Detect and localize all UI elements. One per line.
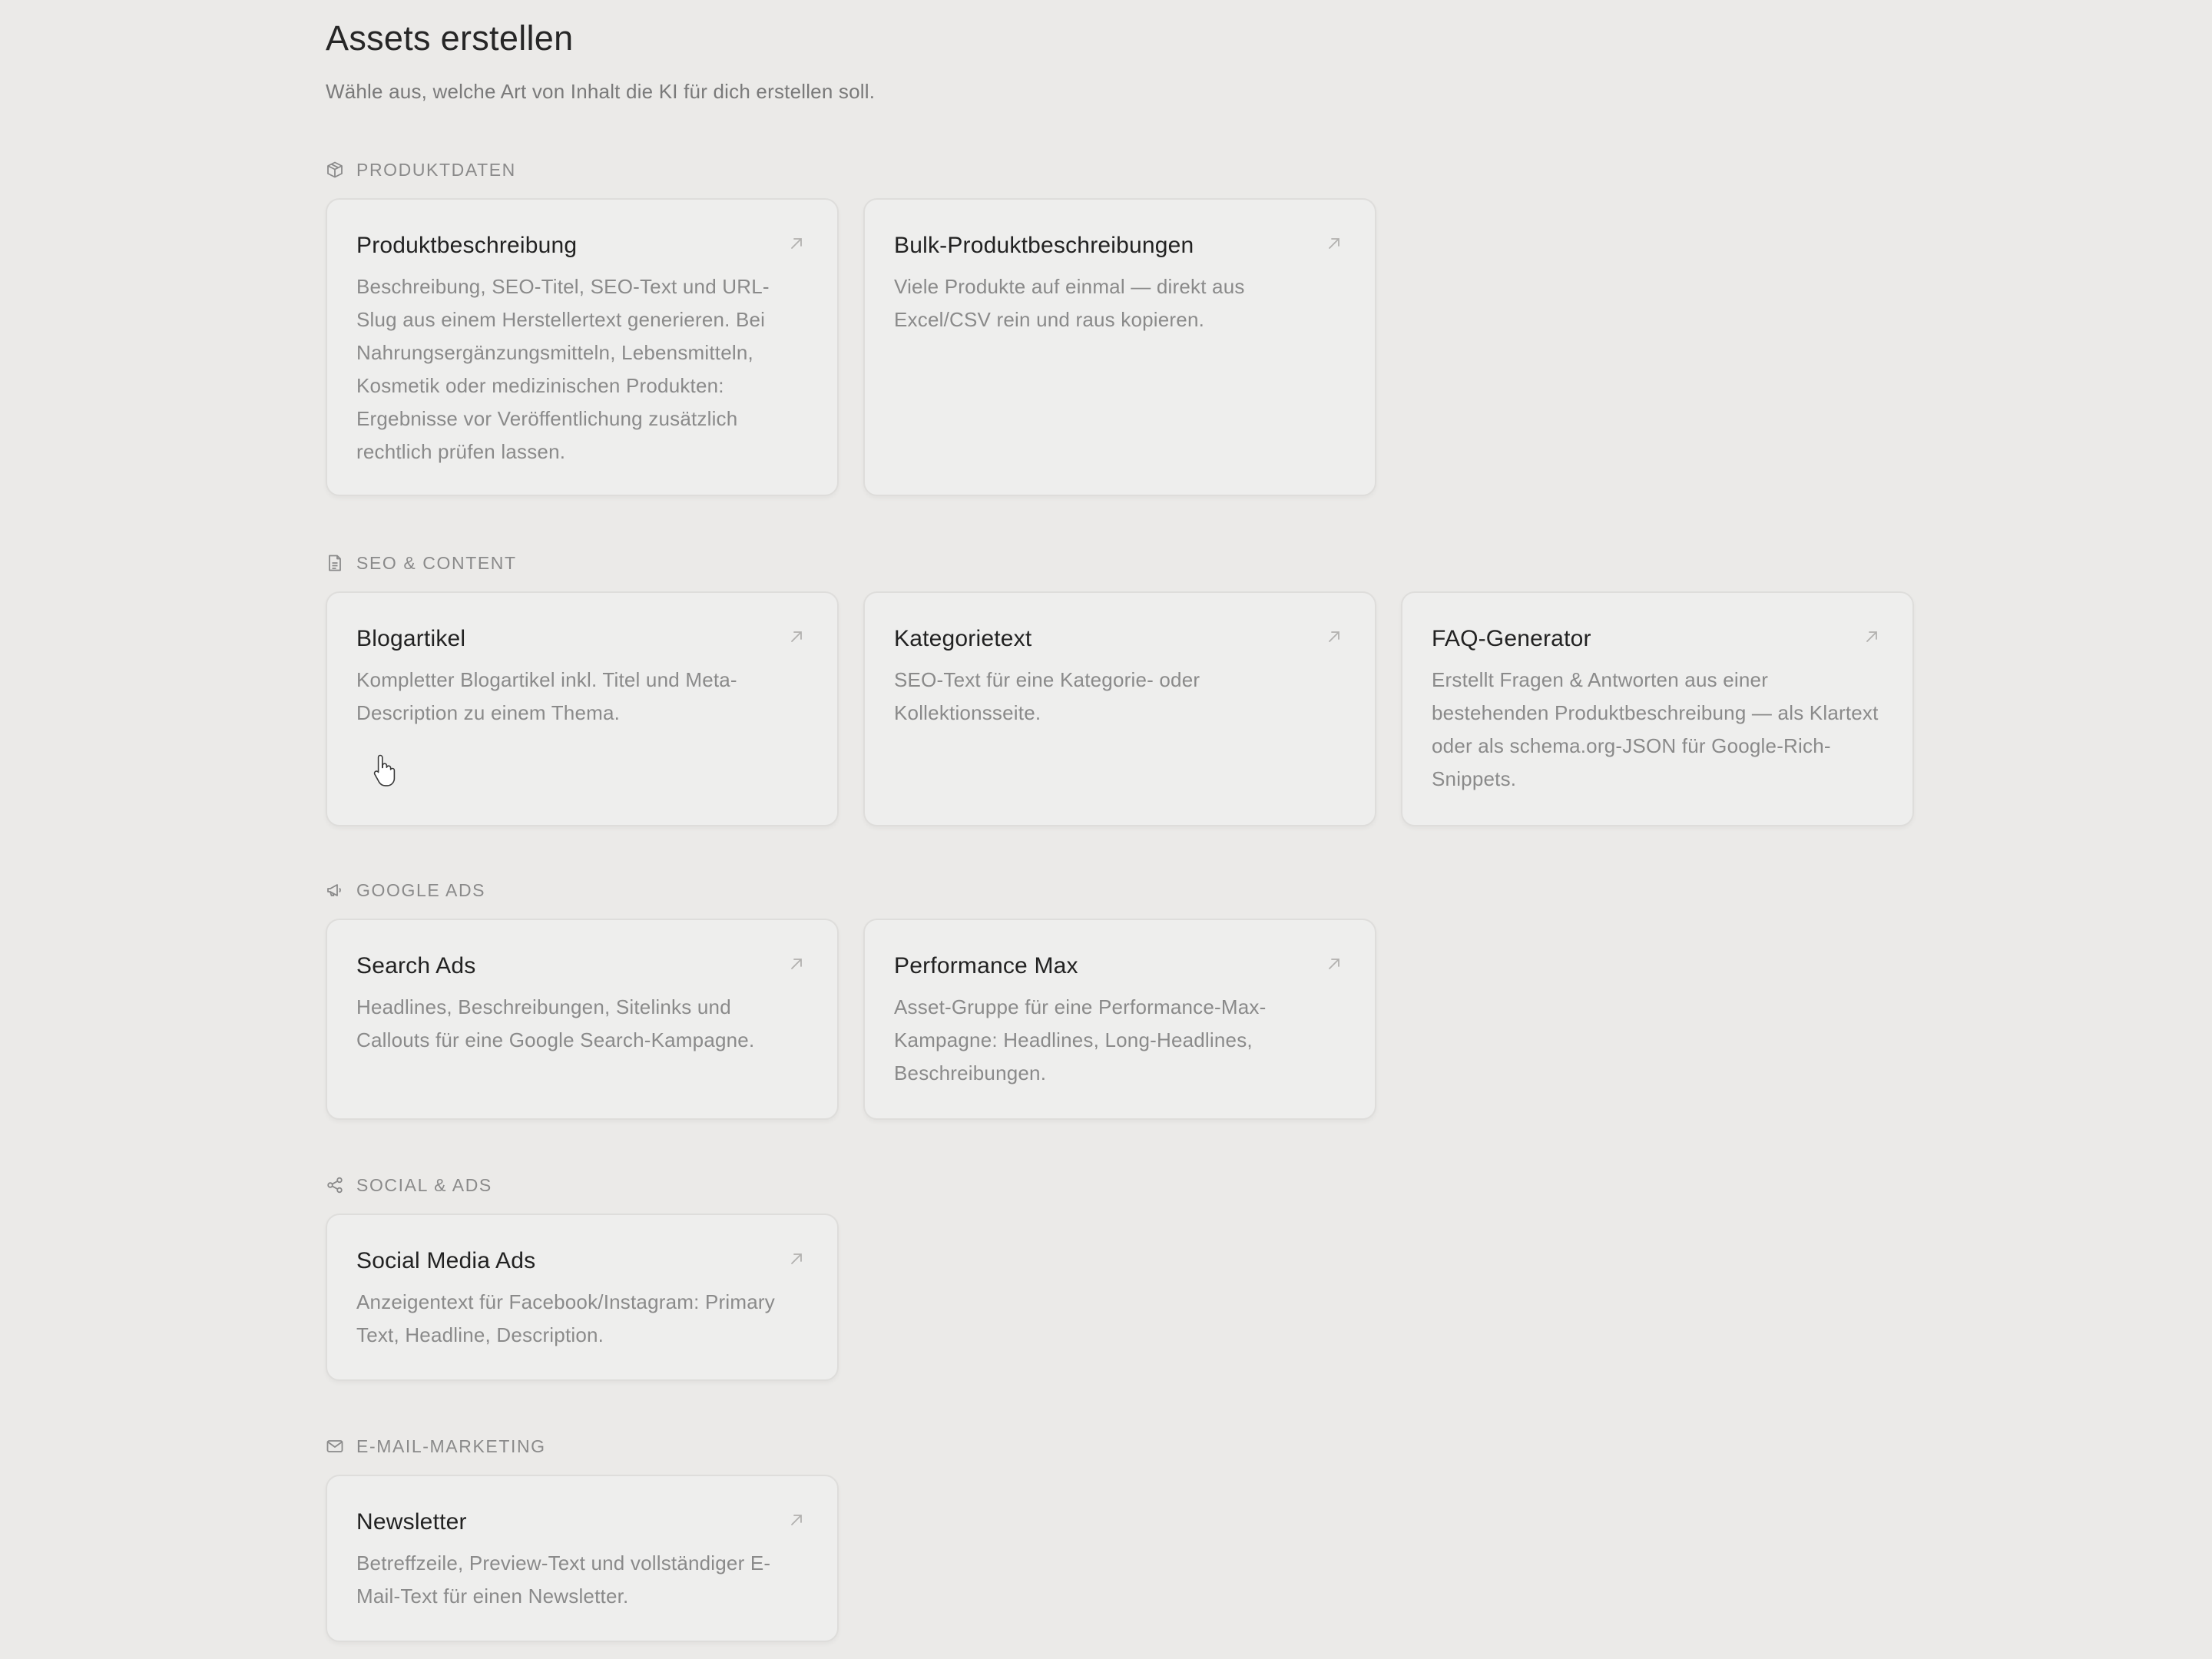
hand-cursor-icon <box>373 753 396 788</box>
box-icon <box>326 161 344 179</box>
arrow-up-right-icon <box>788 955 805 972</box>
arrow-up-right-icon <box>1326 628 1343 645</box>
section-produktdaten: PRODUKTDATEN Produktbeschreibung Beschre… <box>326 158 1923 496</box>
section-label: E-MAIL-MARKETING <box>356 1435 546 1456</box>
section-seo-content: SEO & CONTENT Blogartikel Kompletter Blo… <box>326 551 1923 826</box>
card-description: Kompletter Blogartikel inkl. Titel und M… <box>356 668 737 724</box>
page: Assets erstellen Wähle aus, welche Art v… <box>0 0 2212 1659</box>
arrow-up-right-icon <box>1863 628 1880 645</box>
card-performance-max[interactable]: Performance Max Asset-Gruppe für eine Pe… <box>863 919 1376 1120</box>
arrow-up-right-icon <box>788 1512 805 1528</box>
card-description: Erstellt Fragen & Antworten aus einer be… <box>1432 668 1879 790</box>
megaphone-icon <box>326 881 344 899</box>
card-description: Asset-Gruppe für eine Performance-Max-Ka… <box>894 995 1267 1084</box>
section-label: SEO & CONTENT <box>356 552 517 573</box>
mail-icon <box>326 1437 344 1455</box>
card-row: Blogartikel Kompletter Blogartikel inkl.… <box>326 591 1914 826</box>
page-subtitle: Wähle aus, welche Art von Inhalt die KI … <box>326 80 876 103</box>
card-newsletter[interactable]: Newsletter Betreffzeile, Preview-Text un… <box>326 1475 839 1642</box>
section-header: SOCIAL & ADS <box>326 1174 1923 1197</box>
arrow-up-right-icon <box>788 628 805 645</box>
section-google-ads: GOOGLE ADS Search Ads Headlines, Beschre… <box>326 879 1923 1120</box>
card-description: SEO-Text für eine Kategorie- oder Kollek… <box>894 668 1200 724</box>
section-social-ads: SOCIAL & ADS Social Media Ads Anzeigente… <box>326 1174 1923 1381</box>
card-title: Blogartikel <box>356 626 466 651</box>
main-content: Assets erstellen Wähle aus, welche Art v… <box>326 15 1923 1642</box>
card-description: Beschreibung, SEO-Titel, SEO-Text und UR… <box>356 275 770 463</box>
section-header: SEO & CONTENT <box>326 551 1923 575</box>
card-title: Bulk-Produktbeschreibungen <box>894 233 1194 258</box>
section-label: SOCIAL & ADS <box>356 1174 492 1195</box>
card-title: Search Ads <box>356 953 476 979</box>
card-description: Anzeigentext für Facebook/Instagram: Pri… <box>356 1290 775 1346</box>
card-title: Social Media Ads <box>356 1248 536 1273</box>
section-label: PRODUKTDATEN <box>356 159 516 180</box>
card-title: Newsletter <box>356 1509 467 1535</box>
share-icon <box>326 1176 344 1194</box>
card-row: Search Ads Headlines, Beschreibungen, Si… <box>326 919 1376 1120</box>
card-blogartikel[interactable]: Blogartikel Kompletter Blogartikel inkl.… <box>326 591 839 826</box>
card-produktbeschreibung[interactable]: Produktbeschreibung Beschreibung, SEO-Ti… <box>326 198 839 496</box>
card-bulk-produktbeschreibungen[interactable]: Bulk-Produktbeschreibungen Viele Produkt… <box>863 198 1376 496</box>
card-row: Social Media Ads Anzeigentext für Facebo… <box>326 1214 839 1381</box>
section-header: GOOGLE ADS <box>326 879 1923 902</box>
card-search-ads[interactable]: Search Ads Headlines, Beschreibungen, Si… <box>326 919 839 1120</box>
card-title: Kategorietext <box>894 626 1032 651</box>
page-title: Assets erstellen <box>326 18 574 58</box>
card-title: Produktbeschreibung <box>356 233 578 258</box>
card-row: Produktbeschreibung Beschreibung, SEO-Ti… <box>326 198 1376 496</box>
card-row: Newsletter Betreffzeile, Preview-Text un… <box>326 1475 839 1642</box>
card-kategorietext[interactable]: Kategorietext SEO-Text für eine Kategori… <box>863 591 1376 826</box>
card-social-media-ads[interactable]: Social Media Ads Anzeigentext für Facebo… <box>326 1214 839 1381</box>
card-description: Betreffzeile, Preview-Text und vollständ… <box>356 1551 771 1608</box>
card-faq-generator[interactable]: FAQ-Generator Erstellt Fragen & Antworte… <box>1401 591 1914 826</box>
arrow-up-right-icon <box>1326 955 1343 972</box>
arrow-up-right-icon <box>1326 235 1343 252</box>
arrow-up-right-icon <box>788 1250 805 1267</box>
arrow-up-right-icon <box>788 235 805 252</box>
section-label: GOOGLE ADS <box>356 879 486 900</box>
card-description: Headlines, Beschreibungen, Sitelinks und… <box>356 995 755 1051</box>
card-title: FAQ-Generator <box>1432 626 1591 651</box>
card-title: Performance Max <box>894 953 1078 979</box>
section-header: E-MAIL-MARKETING <box>326 1435 1923 1458</box>
document-icon <box>326 554 344 572</box>
section-header: PRODUKTDATEN <box>326 158 1923 181</box>
card-description: Viele Produkte auf einmal — direkt aus E… <box>894 275 1245 331</box>
section-email-marketing: E-MAIL-MARKETING Newsletter Betreffzeile… <box>326 1435 1923 1642</box>
